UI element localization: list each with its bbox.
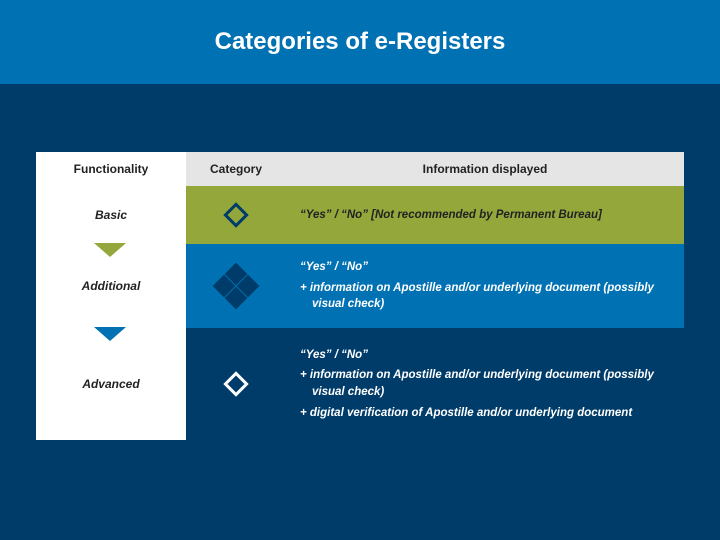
info-additional: “Yes” / “No” + information on Apostille … [286, 244, 684, 328]
header-category: Category [186, 152, 286, 186]
chevron-down-icon [94, 243, 126, 257]
row-advanced: Advanced “Yes” / “No” + information on A… [36, 328, 684, 440]
table-body: Basic “Yes” / “No” [Not recommended by P… [36, 186, 684, 440]
info-text: + information on Apostille and/or underl… [300, 367, 670, 400]
functionality-label: Additional [82, 279, 141, 293]
functionality-label: Basic [95, 208, 127, 222]
category-advanced-icon-cell [186, 328, 286, 440]
diamond-outline-icon [216, 195, 256, 235]
page-title: Categories of e-Registers [215, 28, 506, 56]
diamond-cluster-icon [216, 266, 256, 306]
header-information: Information displayed [286, 152, 684, 186]
info-text: “Yes” / “No” [300, 347, 670, 364]
info-text: + digital verification of Apostille and/… [300, 405, 670, 422]
info-advanced: “Yes” / “No” + information on Apostille … [286, 328, 684, 440]
category-basic-icon-cell [186, 186, 286, 244]
info-text: “Yes” / “No” [Not recommended by Permane… [300, 207, 670, 224]
title-band: Categories of e-Registers [0, 0, 720, 84]
info-basic: “Yes” / “No” [Not recommended by Permane… [286, 186, 684, 244]
category-additional-icon-cell [186, 244, 286, 328]
table-header-row: Functionality Category Information displ… [36, 152, 684, 186]
info-text: “Yes” / “No” [300, 259, 670, 276]
functionality-advanced: Advanced [36, 328, 186, 440]
categories-table: Functionality Category Information displ… [36, 152, 684, 440]
functionality-basic: Basic [36, 186, 186, 244]
diamond-outline-icon [216, 364, 256, 404]
info-text: + information on Apostille and/or underl… [300, 280, 670, 313]
functionality-additional: Additional [36, 244, 186, 328]
row-additional: Additional “Yes” / “No” + information on… [36, 244, 684, 328]
header-functionality: Functionality [36, 152, 186, 186]
chevron-down-icon [94, 327, 126, 341]
functionality-label: Advanced [82, 377, 139, 391]
row-basic: Basic “Yes” / “No” [Not recommended by P… [36, 186, 684, 244]
